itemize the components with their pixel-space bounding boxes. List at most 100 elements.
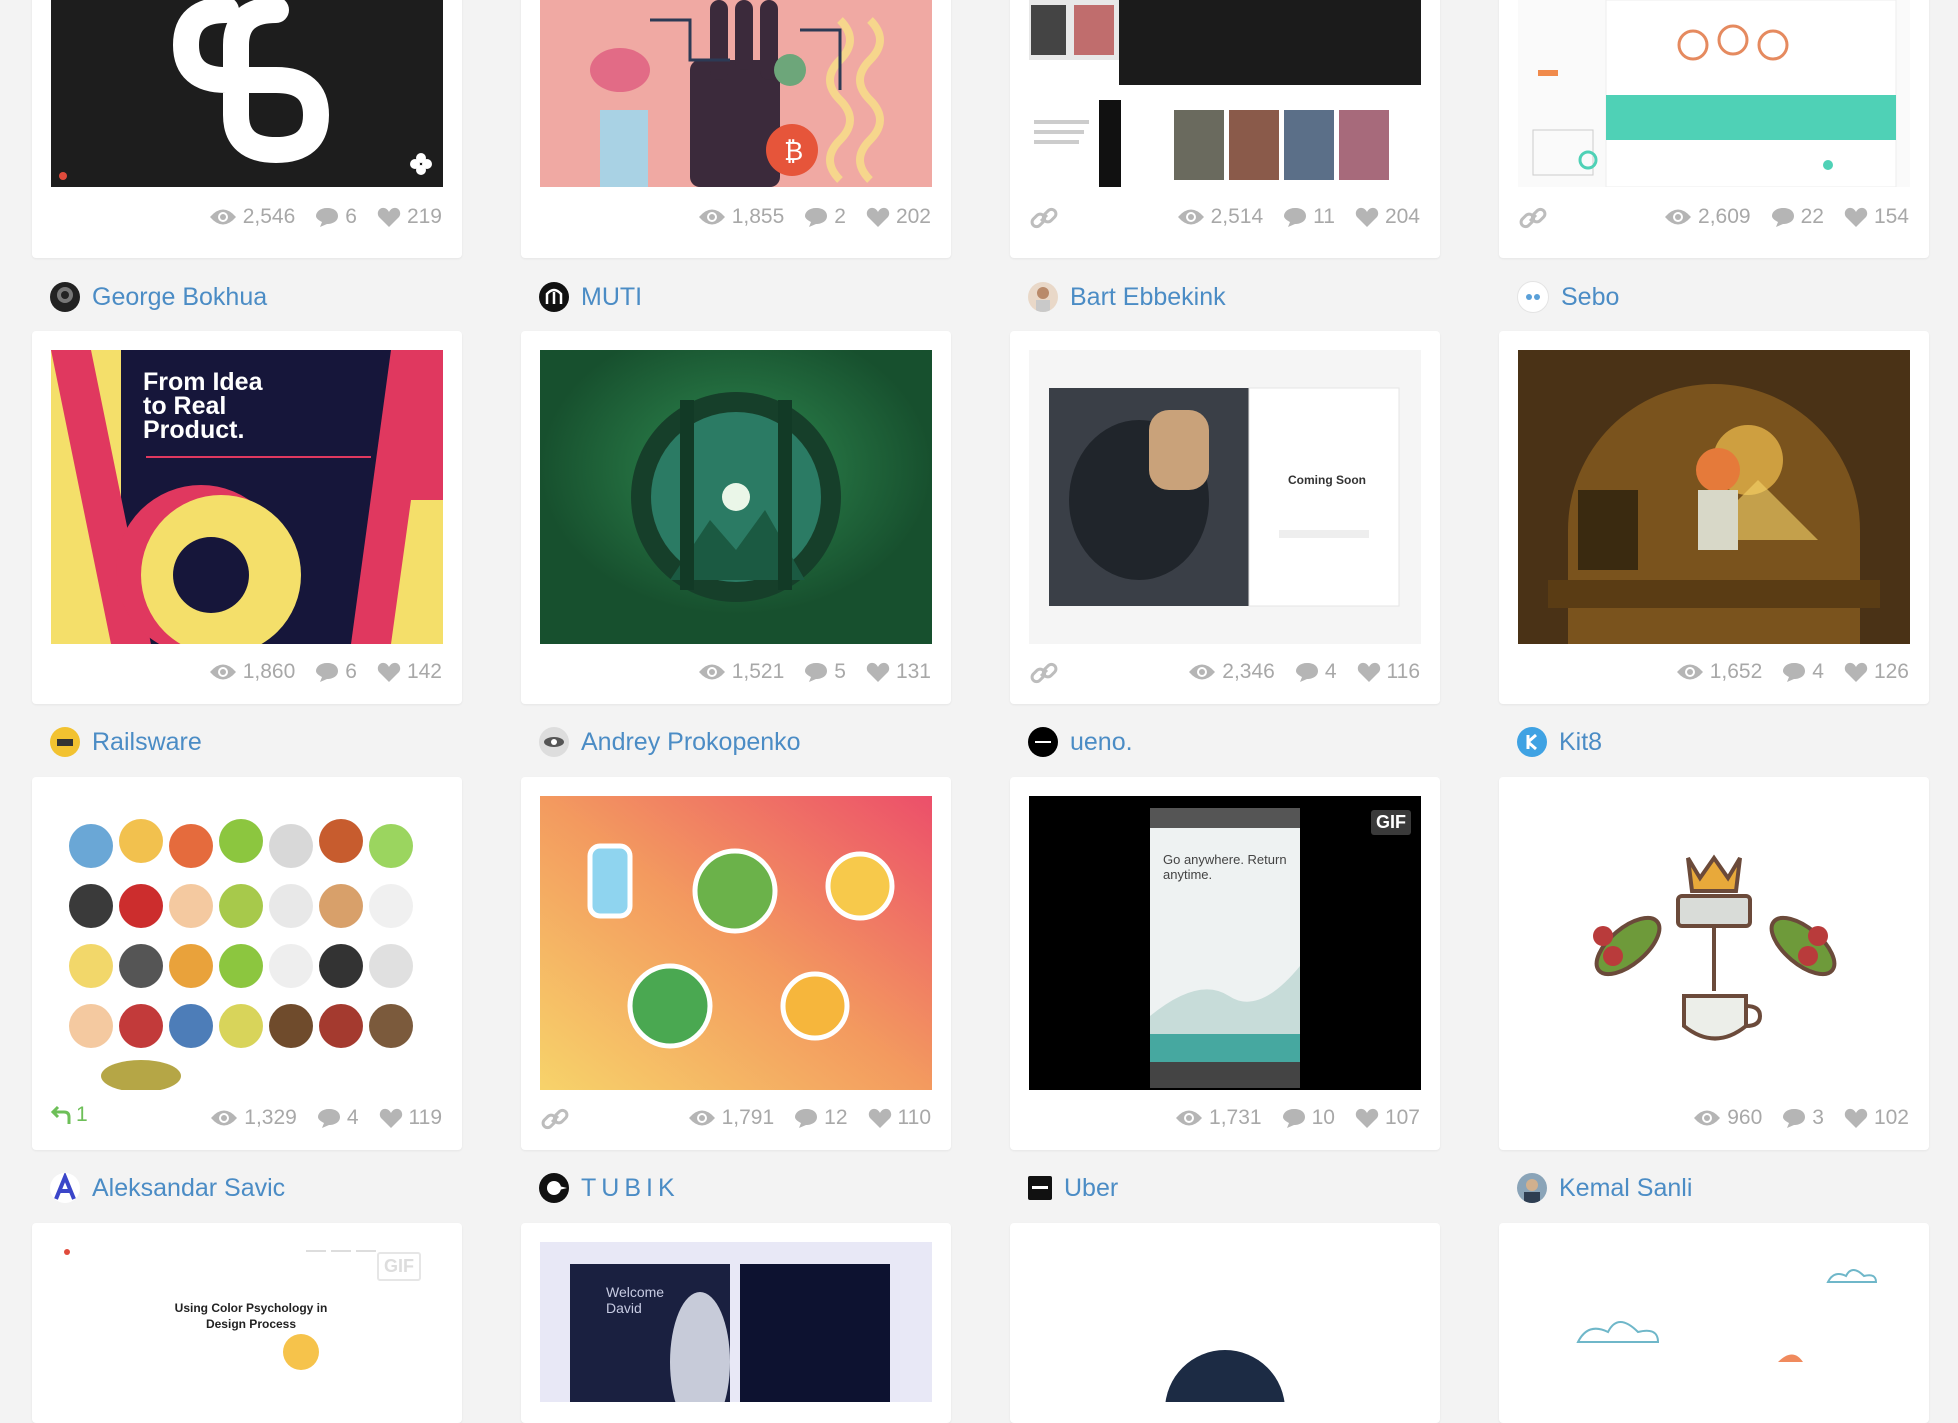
gif-badge: GIF <box>377 1252 421 1281</box>
avatar <box>1028 282 1058 312</box>
likes-stat[interactable]: 202 <box>866 205 931 229</box>
shot-stats: 1,791 12 110 <box>668 1103 931 1133</box>
likes-stat[interactable]: 107 <box>1355 1106 1420 1130</box>
shot-card[interactable]: Coming Soon 2,346 4 116 <box>1010 331 1440 704</box>
comment-icon <box>1295 663 1318 682</box>
author-link[interactable]: Kit8 <box>1517 725 1602 759</box>
link-icon[interactable] <box>1028 657 1060 689</box>
shot-stats: 1,521 5 131 <box>678 657 931 687</box>
likes-stat[interactable]: 142 <box>377 660 442 684</box>
shot-thumbnail[interactable] <box>1518 350 1910 644</box>
link-icon[interactable] <box>539 1103 571 1135</box>
author-link[interactable]: Kemal Sanli <box>1517 1171 1692 1205</box>
shot-thumbnail[interactable]: Welcome David <box>540 1242 932 1402</box>
shot-card[interactable] <box>1010 1223 1440 1423</box>
heart-icon <box>1355 1108 1379 1128</box>
shot-card[interactable]: 1 1,329 4 119 <box>32 777 462 1150</box>
comments-stat[interactable]: 6 <box>315 205 357 229</box>
shot-card[interactable]: 1,652 4 126 <box>1499 331 1929 704</box>
author-link[interactable]: ueno. <box>1028 725 1133 759</box>
shot-thumbnail[interactable] <box>1029 0 1421 187</box>
comments-stat[interactable]: 10 <box>1282 1106 1335 1130</box>
author-link[interactable]: Bart Ebbekink <box>1028 280 1226 314</box>
author-link[interactable]: Aleksandar Savic <box>50 1171 285 1205</box>
shot-thumbnail[interactable] <box>1029 1242 1421 1402</box>
eye-icon <box>1694 1110 1721 1126</box>
shot-thumbnail[interactable]: Coming Soon <box>1029 350 1421 644</box>
author-link[interactable]: Sebo <box>1517 280 1619 314</box>
likes-stat[interactable]: 204 <box>1355 205 1420 229</box>
shot-card[interactable]: 2,546 6 219 <box>32 0 462 258</box>
shot-thumbnail[interactable] <box>540 796 932 1090</box>
shot-card[interactable]: Welcome David <box>521 1223 951 1423</box>
shot-card[interactable] <box>1499 1223 1929 1423</box>
shot-card[interactable]: 960 3 102 <box>1499 777 1929 1150</box>
comments-stat[interactable]: 4 <box>317 1106 359 1130</box>
shot-thumbnail[interactable] <box>540 350 932 644</box>
avatar <box>539 282 569 312</box>
eye-icon <box>211 1110 238 1126</box>
shot-thumbnail[interactable] <box>1518 1242 1910 1402</box>
author-link[interactable]: Uber <box>1028 1171 1118 1205</box>
likes-stat[interactable]: 131 <box>866 660 931 684</box>
comments-stat[interactable]: 11 <box>1283 205 1335 229</box>
gif-badge: GIF <box>1371 810 1411 835</box>
likes-stat[interactable]: 154 <box>1844 205 1909 229</box>
shot-stats: 1,855 2 202 <box>678 202 931 232</box>
eye-icon <box>698 209 725 225</box>
shot-card[interactable]: 2,514 11 204 <box>1010 0 1440 258</box>
shot-thumbnail[interactable]: From Idea to Real Product. <box>51 350 443 644</box>
shot-thumbnail[interactable] <box>1518 796 1910 1090</box>
author-link[interactable]: TUBIK <box>539 1171 680 1205</box>
shot-stats: 1,860 6 142 <box>189 657 442 687</box>
views-stat: 2,609 <box>1664 205 1751 229</box>
shot-card[interactable]: ₿ 1,855 2 202 <box>521 0 951 258</box>
shot-card[interactable]: Go anywhere. Return anytime. GIF 1,731 1… <box>1010 777 1440 1150</box>
shot-card[interactable]: 1,791 12 110 <box>521 777 951 1150</box>
shot-thumbnail[interactable] <box>51 0 443 187</box>
shot-card[interactable]: 2,609 22 154 <box>1499 0 1929 258</box>
comments-stat[interactable]: 12 <box>794 1106 848 1130</box>
comments-stat[interactable]: 4 <box>1782 660 1824 684</box>
comment-icon <box>1771 208 1794 227</box>
views-stat: 1,329 <box>210 1106 297 1130</box>
comment-icon <box>805 208 828 227</box>
comments-stat[interactable]: 4 <box>1295 660 1337 684</box>
comment-icon <box>316 208 339 227</box>
comments-stat[interactable]: 5 <box>804 660 846 684</box>
shot-thumbnail[interactable] <box>51 796 443 1090</box>
art-headline: Go anywhere. Return anytime. <box>1163 852 1287 882</box>
shot-card[interactable]: 1,521 5 131 <box>521 331 951 704</box>
views-stat: 1,860 <box>209 660 295 684</box>
shot-thumbnail[interactable] <box>1518 0 1910 187</box>
circle-art <box>1165 1350 1285 1402</box>
shot-thumbnail[interactable]: ₿ <box>540 0 932 187</box>
comments-stat[interactable]: 6 <box>315 660 357 684</box>
comments-stat[interactable]: 22 <box>1771 205 1824 229</box>
likes-stat[interactable]: 126 <box>1844 660 1909 684</box>
likes-stat[interactable]: 219 <box>377 205 442 229</box>
comments-stat[interactable]: 3 <box>1782 1106 1824 1130</box>
link-icon[interactable] <box>1517 202 1549 234</box>
shot-card[interactable]: From Idea to Real Product. 1,860 6 142 <box>32 331 462 704</box>
author-link[interactable]: Railsware <box>50 725 202 759</box>
avatar <box>1517 281 1549 313</box>
shot-card[interactable]: Using Color Psychology in Design Process… <box>32 1223 462 1423</box>
likes-stat[interactable]: 119 <box>379 1106 442 1130</box>
avatar <box>50 727 80 757</box>
likes-stat[interactable]: 102 <box>1844 1106 1909 1130</box>
author-link[interactable]: Andrey Prokopenko <box>539 725 801 759</box>
author-link[interactable]: MUTI <box>539 280 642 314</box>
shot-stats: 960 3 102 <box>1673 1103 1909 1133</box>
art-headline: From Idea to Real Product. <box>143 368 263 444</box>
rebound-count[interactable]: 1 <box>50 1103 88 1127</box>
comments-stat[interactable]: 2 <box>804 205 846 229</box>
link-icon[interactable] <box>1028 202 1060 234</box>
shot-thumbnail[interactable]: Using Color Psychology in Design Process… <box>51 1242 443 1402</box>
author-link[interactable]: George Bokhua <box>50 280 267 314</box>
shot-thumbnail[interactable]: Go anywhere. Return anytime. GIF <box>1029 796 1421 1090</box>
likes-stat[interactable]: 116 <box>1357 660 1420 684</box>
knot-logo-art <box>59 0 432 180</box>
likes-stat[interactable]: 110 <box>868 1106 931 1130</box>
heart-icon <box>1844 1108 1868 1128</box>
